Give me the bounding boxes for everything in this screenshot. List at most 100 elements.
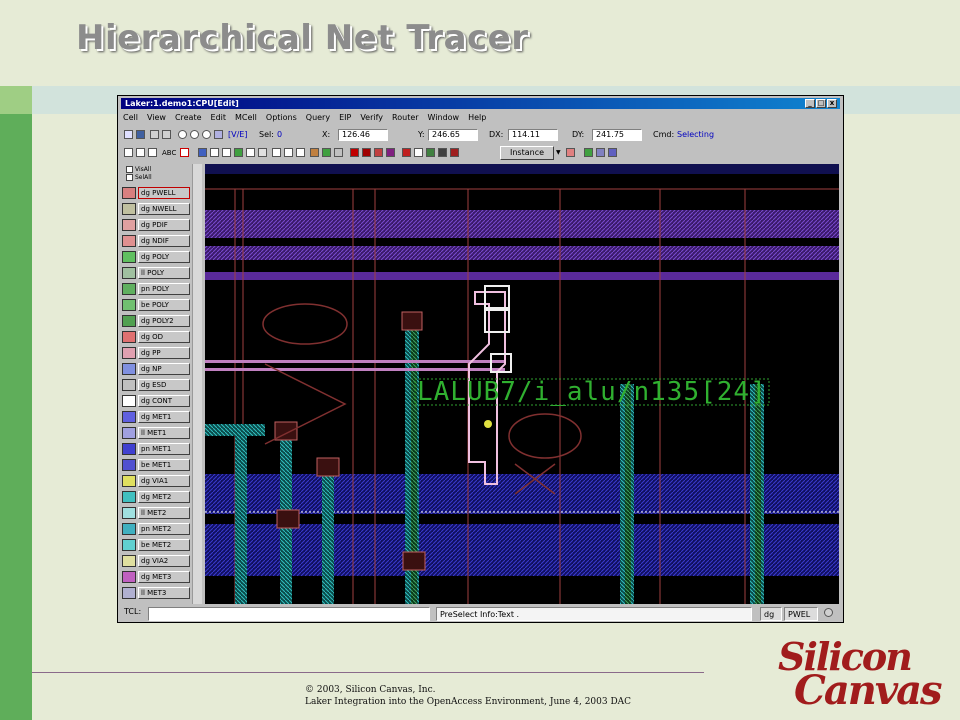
layer-row[interactable]: dg PP (122, 346, 190, 360)
layer-swatch[interactable] (122, 347, 136, 359)
layer-row[interactable]: dg OD (122, 330, 190, 344)
redo-icon[interactable] (162, 130, 171, 139)
layer-row[interactable]: dg NWELL (122, 202, 190, 216)
layer-button[interactable]: be MET2 (138, 539, 190, 551)
selall-checkbox[interactable] (126, 174, 133, 181)
layer-scrollbar[interactable] (192, 164, 202, 604)
layer-row[interactable]: dg MET3 (122, 570, 190, 584)
layer-button[interactable]: dg NWELL (138, 203, 190, 215)
layer-swatch[interactable] (122, 507, 136, 519)
highlight-icon[interactable] (402, 148, 411, 157)
layout-canvas[interactable]: LALUB7/i_alu/n135[24] (205, 164, 839, 604)
layer-row[interactable]: pn MET1 (122, 442, 190, 456)
layer-button[interactable]: dg POLY2 (138, 315, 190, 327)
zoom-in-icon[interactable] (178, 130, 187, 139)
menu-router[interactable]: Router (391, 112, 420, 124)
pin-icon[interactable] (180, 148, 189, 157)
layer-button[interactable]: dg POLY (138, 251, 190, 263)
layer-button[interactable]: ll MET3 (138, 587, 190, 599)
layer-button[interactable]: ll MET2 (138, 507, 190, 519)
merge-icon[interactable] (284, 148, 293, 157)
layer-button[interactable]: dg PDIF (138, 219, 190, 231)
arrow-left-icon[interactable] (350, 148, 359, 157)
layer-swatch[interactable] (122, 571, 136, 583)
menu-eip[interactable]: EIP (338, 112, 352, 124)
layer-swatch[interactable] (122, 203, 136, 215)
layer-row[interactable]: dg POLY2 (122, 314, 190, 328)
layer-row[interactable]: dg VIA2 (122, 554, 190, 568)
x-coordinate-field[interactable]: 126.46 (338, 129, 388, 141)
menu-help[interactable]: Help (467, 112, 487, 124)
layer-row[interactable]: dg NDIF (122, 234, 190, 248)
layer-button[interactable]: be MET1 (138, 459, 190, 471)
layer-row[interactable]: dg MET2 (122, 490, 190, 504)
layer-row[interactable]: pn MET2 (122, 522, 190, 536)
layer-swatch[interactable] (122, 363, 136, 375)
layer-row[interactable]: be MET1 (122, 458, 190, 472)
binoculars-icon[interactable] (450, 148, 459, 157)
layer-swatch[interactable] (122, 411, 136, 423)
menu-window[interactable]: Window (427, 112, 461, 124)
menu-verify[interactable]: Verify (359, 112, 384, 124)
rotate-icon[interactable] (246, 148, 255, 157)
instance-dropdown[interactable]: Instance (500, 146, 554, 160)
undo-icon[interactable] (150, 130, 159, 139)
layer-row[interactable]: dg MET1 (122, 410, 190, 424)
layer-row[interactable]: be POLY (122, 298, 190, 312)
layer-swatch[interactable] (122, 187, 136, 199)
layer-button[interactable]: dg MET2 (138, 491, 190, 503)
layer-button[interactable]: dg OD (138, 331, 190, 343)
save-icon[interactable] (136, 130, 145, 139)
visall-checkbox[interactable] (126, 166, 133, 173)
tcl-input[interactable] (148, 607, 430, 621)
palette-icon[interactable] (596, 148, 605, 157)
instance-icon[interactable] (198, 148, 207, 157)
arrow-right-icon[interactable] (362, 148, 371, 157)
layer-swatch[interactable] (122, 539, 136, 551)
copy-icon[interactable] (210, 148, 219, 157)
layer-swatch[interactable] (122, 379, 136, 391)
layer-button[interactable]: dg NP (138, 363, 190, 375)
maximize-button[interactable]: □ (816, 99, 826, 108)
layer-row[interactable]: dg NP (122, 362, 190, 376)
stretch-icon[interactable] (234, 148, 243, 157)
layer-button[interactable]: dg MET1 (138, 411, 190, 423)
layer-row[interactable]: ll MET2 (122, 506, 190, 520)
layer-button[interactable]: ll POLY (138, 267, 190, 279)
layer-button[interactable]: dg VIA1 (138, 475, 190, 487)
layer-row[interactable]: ll MET1 (122, 426, 190, 440)
layer-button[interactable]: dg PWELL (138, 187, 190, 199)
menu-options[interactable]: Options (265, 112, 298, 124)
text-tool-label[interactable]: ABC (162, 148, 176, 158)
chevron-down-icon[interactable]: ▼ (556, 148, 561, 158)
layer-button[interactable]: ll MET1 (138, 427, 190, 439)
open-icon[interactable] (124, 130, 133, 139)
layer-swatch[interactable] (122, 443, 136, 455)
layer-button[interactable]: dg VIA2 (138, 555, 190, 567)
layer-button[interactable]: dg PP (138, 347, 190, 359)
dy-field[interactable]: 241.75 (592, 129, 642, 141)
menu-create[interactable]: Create (174, 112, 203, 124)
rectangle-icon[interactable] (124, 148, 133, 157)
layer-row[interactable]: dg ESD (122, 378, 190, 392)
grid-icon[interactable] (566, 148, 575, 157)
layer-button[interactable]: be POLY (138, 299, 190, 311)
layer-row[interactable]: dg CONT (122, 394, 190, 408)
layer-swatch[interactable] (122, 555, 136, 567)
layer-button[interactable]: dg CONT (138, 395, 190, 407)
menu-mcell[interactable]: MCell (234, 112, 258, 124)
layer-swatch[interactable] (122, 331, 136, 343)
layer-swatch[interactable] (122, 235, 136, 247)
cut-icon[interactable] (272, 148, 281, 157)
ruler-icon[interactable] (386, 148, 395, 157)
menu-edit[interactable]: Edit (210, 112, 228, 124)
layer-row[interactable]: dg PDIF (122, 218, 190, 232)
layer-swatch[interactable] (122, 315, 136, 327)
layer-row[interactable]: ll MET3 (122, 586, 190, 600)
flip-icon[interactable] (258, 148, 267, 157)
layer-swatch[interactable] (122, 299, 136, 311)
layer-swatch[interactable] (122, 251, 136, 263)
layer-button[interactable]: pn MET2 (138, 523, 190, 535)
align-icon[interactable] (310, 148, 319, 157)
zoom-area-icon[interactable] (202, 130, 211, 139)
